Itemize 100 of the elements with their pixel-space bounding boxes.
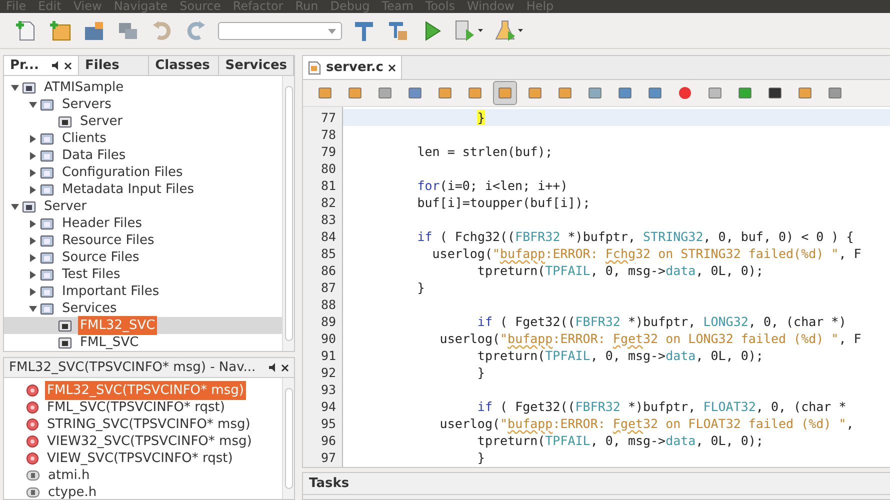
tree-item[interactable]: Data Files [60, 146, 128, 166]
scrollbar[interactable] [282, 76, 294, 351]
profile-flask-icon[interactable] [494, 18, 524, 42]
navigator-item[interactable]: ctype.h [46, 482, 99, 499]
code-token: , 0L, 0); [696, 263, 764, 278]
record-icon [677, 85, 693, 101]
navigator-item[interactable]: atmi.h [46, 466, 92, 486]
folder-icon [40, 216, 54, 230]
new-project-icon[interactable] [48, 18, 72, 42]
project-icon [22, 80, 36, 94]
code-token: 32 on LONG32 failed (%d) " [643, 331, 839, 346]
line-number: 83 [320, 211, 337, 228]
code-token: , [846, 416, 854, 431]
code-token: " [500, 416, 508, 431]
folder-icon [40, 132, 54, 146]
code-token: *)bufptr, [628, 399, 697, 414]
tree-item[interactable]: ATMISample [42, 78, 126, 98]
tree-item[interactable]: Clients [60, 128, 108, 148]
line-number: 79 [320, 143, 337, 160]
expanded-arrow-icon[interactable] [29, 100, 37, 108]
collapsed-arrow-icon[interactable] [29, 270, 37, 278]
code-token: FBFR32 [515, 229, 560, 244]
tree-item[interactable]: Configuration Files [60, 162, 185, 182]
collapsed-arrow-icon[interactable] [29, 236, 37, 244]
collapsed-arrow-icon[interactable] [29, 220, 37, 228]
folder-icon [40, 98, 54, 112]
tool-icon [317, 85, 333, 101]
close-icon[interactable] [281, 364, 289, 372]
tree-item[interactable]: Important Files [60, 282, 162, 302]
bracket-match: } [477, 110, 485, 125]
collapsed-arrow-icon[interactable] [29, 134, 37, 142]
collapsed-arrow-icon[interactable] [29, 168, 37, 176]
collapsed-arrow-icon[interactable] [29, 254, 37, 262]
tree-item[interactable]: Header Files [60, 214, 144, 234]
panel-tab[interactable]: Files [79, 56, 150, 75]
navigator-item[interactable]: STRING_SVC(TPSVCINFO* msg) [45, 414, 252, 434]
code-token: , 0, buf, 0) < 0 ) { [703, 229, 854, 244]
line-number: 81 [320, 177, 337, 194]
code-token: } [477, 450, 485, 465]
tree-item[interactable]: Metadata Input Files [60, 180, 196, 200]
configuration-dropdown[interactable] [218, 22, 342, 40]
line-number: 82 [320, 194, 337, 211]
line-number: 91 [320, 347, 337, 364]
editor-tab[interactable]: server.c [303, 56, 402, 79]
code-token: userlog( [432, 246, 492, 261]
debug-run-icon[interactable] [454, 18, 484, 42]
panel-title: FML32_SVC(TPSVCINFO* msg) - Nav... [9, 358, 256, 377]
navigator-item[interactable]: VIEW32_SVC(TPSVCINFO* msg) [45, 432, 254, 452]
expanded-arrow-icon[interactable] [11, 202, 19, 210]
panel-title: Tasks [309, 474, 350, 493]
collapsed-arrow-icon[interactable] [29, 288, 37, 296]
tool-icon [437, 85, 453, 101]
close-icon[interactable] [388, 64, 396, 72]
tree-item[interactable]: Test Files [60, 264, 122, 284]
panel-tab[interactable]: Pr... [4, 56, 79, 75]
tool-icon [497, 85, 513, 101]
tool-icon [617, 85, 633, 101]
tree-item[interactable]: Server [78, 112, 125, 132]
tool-icon [647, 85, 663, 101]
close-icon[interactable] [64, 62, 72, 70]
folder-icon [40, 284, 54, 298]
expanded-arrow-icon[interactable] [29, 304, 37, 312]
code-token: tpreturn( [477, 433, 546, 448]
line-number: 94 [320, 398, 337, 415]
tree-item[interactable]: Source Files [60, 248, 142, 268]
scrollbar[interactable] [282, 378, 294, 499]
folder-icon [40, 302, 54, 316]
tool-icon [737, 85, 753, 101]
code-token: :ERROR: [552, 331, 606, 346]
tool-icon [707, 85, 723, 101]
collapsed-arrow-icon[interactable] [29, 152, 37, 160]
tree-item[interactable]: Resource Files [60, 230, 156, 250]
header-file-icon [26, 470, 40, 481]
code-token: ( Fget32(( [500, 314, 576, 329]
function-icon [26, 384, 39, 397]
tree-item[interactable]: Server [42, 196, 89, 216]
code-token: (i=0; i<len; i++) [440, 178, 568, 193]
code-token: , 0, (char *) [748, 314, 846, 329]
header-file-icon [26, 487, 40, 498]
code-token: , 0L, 0); [696, 433, 764, 448]
navigator-item[interactable]: VIEW_SVC(TPSVCINFO* rqst) [45, 448, 235, 468]
code-token: :ERROR: [545, 246, 599, 261]
code-token: len = strlen(buf); [417, 144, 553, 159]
collapsed-arrow-icon[interactable] [29, 186, 37, 194]
panel-tab[interactable]: Classes [149, 56, 220, 75]
project-icon [22, 200, 36, 214]
code-token: TPFAIL [545, 263, 590, 278]
line-number: 80 [320, 160, 337, 177]
expanded-arrow-icon[interactable] [11, 84, 19, 92]
tree-item[interactable]: Services [60, 298, 119, 318]
code-token: , 0, msg-> [590, 433, 666, 448]
tree-item[interactable]: Servers [60, 94, 114, 114]
tool-icon [767, 85, 783, 101]
navigator-item[interactable]: FML_SVC(TPSVCINFO* rqst) [45, 398, 227, 418]
code-token: } [417, 280, 425, 295]
code-token: bufapp [500, 246, 546, 261]
tree-item[interactable]: FML_SVC [78, 332, 141, 351]
folder-icon [40, 234, 54, 248]
code-token: FBFR32 [575, 399, 620, 414]
panel-tab[interactable]: Services [219, 56, 294, 75]
